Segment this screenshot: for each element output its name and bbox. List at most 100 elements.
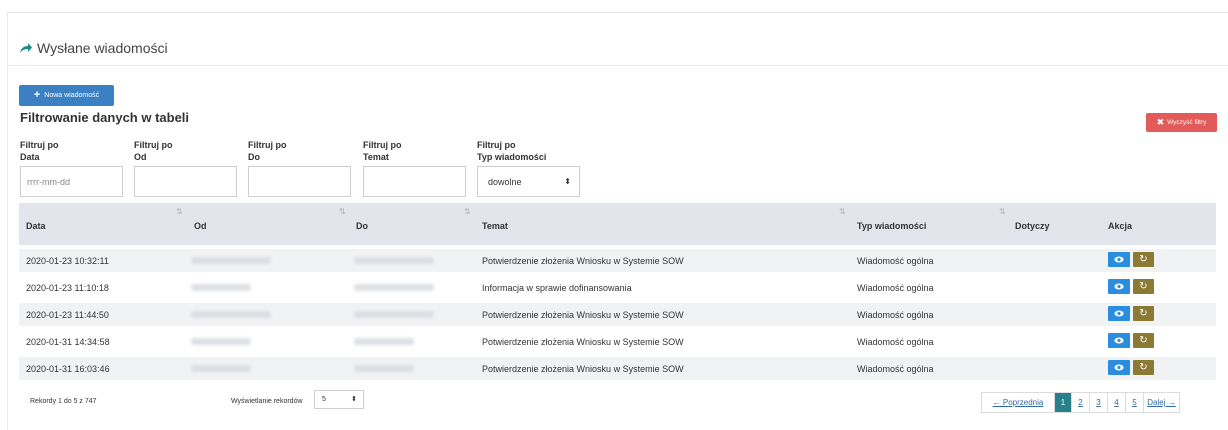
col-date-header[interactable]: Data [26,221,46,231]
table-row: 2020-01-23 10:32:11 Potwierdzenie złożen… [19,249,1216,272]
eye-icon [1114,283,1124,290]
cell-date: 2020-01-31 14:34:58 [26,337,110,347]
col-concerns-header[interactable]: Dotyczy [1015,221,1050,231]
sort-icon: ⇅ [339,207,346,216]
refresh-icon: ↻ [1139,335,1148,346]
sort-asc-icon: ⇅ [176,207,183,216]
sort-icon: ⇅ [839,207,846,216]
panel-title: Wysłane wiadomości [19,40,168,56]
clear-filters-label: Wyczyść filtry [1167,119,1207,126]
cell-date: 2020-01-23 11:10:18 [26,283,109,293]
filter-subject-label1: Filtruj po [363,140,402,150]
view-button[interactable] [1108,360,1130,375]
filter-to-input[interactable] [248,166,351,197]
clear-filters-button[interactable]: ✖ Wyczyść filtry [1146,113,1217,132]
filter-date: Filtruj po Data rrrr-mm-dd [20,139,123,197]
cell-type: Wiadomość ogólna [857,256,934,266]
next-page-link[interactable]: Dalej → [1143,393,1179,412]
x-icon: ✖ [1156,117,1165,127]
col-to-header[interactable]: Do [356,221,368,231]
cell-date: 2020-01-23 11:44:50 [26,310,109,320]
refresh-button[interactable]: ↻ [1133,360,1154,375]
col-subject-header[interactable]: Temat [482,221,508,231]
cell-subject[interactable]: Potwierdzenie złożenia Wniosku w Systemi… [482,256,684,266]
records-length-select[interactable]: 5 ⬍ [314,390,364,409]
view-button[interactable] [1108,333,1130,348]
cell-subject[interactable]: Potwierdzenie złożenia Wniosku w Systemi… [482,337,684,347]
refresh-icon: ↻ [1139,254,1148,265]
refresh-button[interactable]: ↻ [1133,306,1154,321]
redacted-to [354,311,434,318]
redacted-to [354,365,414,372]
page-1-link[interactable]: 1 [1054,393,1071,412]
eye-icon [1114,310,1124,317]
eye-icon [1114,364,1124,371]
refresh-button[interactable]: ↻ [1133,252,1154,267]
eye-icon [1114,337,1124,344]
cell-type: Wiadomość ogólna [857,337,934,347]
pagination: ← Poprzednia 1 2 3 4 5 Dalej → [981,392,1180,413]
page-3-link[interactable]: 3 [1089,393,1107,412]
sort-icon: ⇅ [999,207,1006,216]
refresh-icon: ↻ [1139,308,1148,319]
table-header: Data ⇅ Od ⇅ Do ⇅ Temat ⇅ Typ wiadomości … [19,203,1216,245]
filter-type-selected: dowolne [488,177,522,187]
page-4-link[interactable]: 4 [1107,393,1125,412]
new-message-button[interactable]: + Nowa wiadomość [19,85,114,106]
col-from-header[interactable]: Od [194,221,207,231]
cell-date: 2020-01-23 10:32:11 [26,256,109,266]
prev-page-link[interactable]: ← Poprzednia [982,393,1054,412]
filter-type: Filtruj po Typ wiadomości dowolne ⬍ [477,139,580,197]
filter-type-label1: Filtruj po [477,140,516,150]
filter-subject-input[interactable] [363,166,466,197]
filter-type-select[interactable]: dowolne ⬍ [477,166,580,197]
eye-icon [1114,256,1124,263]
refresh-icon: ↻ [1139,281,1148,292]
table-row: 2020-01-23 11:10:18 Informacja w sprawie… [19,276,1216,299]
redacted-to [354,257,434,264]
filter-subject: Filtruj po Temat [363,139,466,197]
filter-subject-label2: Temat [363,152,389,162]
redacted-from [191,257,271,264]
redacted-from [191,338,251,345]
cell-type: Wiadomość ogólna [857,283,934,293]
filter-date-input[interactable]: rrrr-mm-dd [20,166,123,197]
view-button[interactable] [1108,306,1130,321]
view-button[interactable] [1108,252,1130,267]
filter-from-input[interactable] [134,166,237,197]
refresh-icon: ↻ [1139,362,1148,373]
cell-subject[interactable]: Potwierdzenie złożenia Wniosku w Systemi… [482,364,684,374]
filters-heading: Filtrowanie danych w tabeli [20,110,190,125]
select-caret-icon: ⬍ [564,177,571,186]
filter-to: Filtruj po Do [248,139,351,197]
redacted-from [191,365,251,372]
sort-icon: ⇅ [464,207,471,216]
records-info: Rekordy 1 do 5 z 747 [30,398,97,405]
redacted-from [191,311,271,318]
view-button[interactable] [1108,279,1130,294]
page-5-link[interactable]: 5 [1125,393,1143,412]
table-row: 2020-01-31 16:03:46 Potwierdzenie złożen… [19,357,1216,380]
refresh-button[interactable]: ↻ [1133,279,1154,294]
records-length-value: 5 [322,396,326,403]
share-arrow-icon [20,43,32,53]
refresh-button[interactable]: ↻ [1133,333,1154,348]
table-row: 2020-01-31 14:34:58 Potwierdzenie złożen… [19,330,1216,353]
cell-type: Wiadomość ogólna [857,364,934,374]
panel-title-text: Wysłane wiadomości [37,40,168,56]
cell-date: 2020-01-31 16:03:46 [26,364,110,374]
plus-icon: + [33,89,41,101]
redacted-from [191,284,251,291]
redacted-to [354,284,434,291]
filter-from-label2: Od [134,152,147,162]
filter-from-label1: Filtruj po [134,140,173,150]
filter-type-label2: Typ wiadomości [477,152,547,162]
col-action-header: Akcja [1108,221,1133,231]
new-message-label: Nowa wiadomość [44,92,100,99]
col-type-header[interactable]: Typ wiadomości [857,221,926,231]
records-length-label: Wyświetlanie rekordów [231,398,303,405]
cell-subject[interactable]: Potwierdzenie złożenia Wniosku w Systemi… [482,310,684,320]
cell-subject[interactable]: Informacja w sprawie dofinansowania [482,283,632,293]
page-2-link[interactable]: 2 [1071,393,1089,412]
cell-type: Wiadomość ogólna [857,310,934,320]
